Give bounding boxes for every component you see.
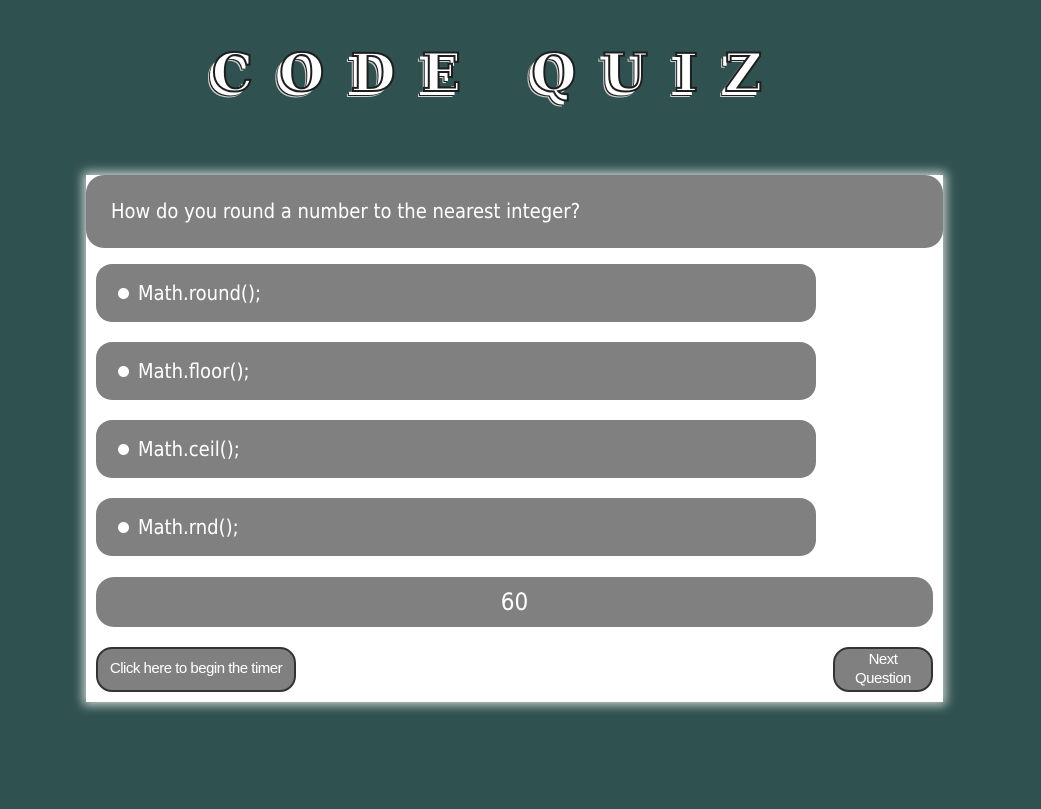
answer-label: Math.rnd(); bbox=[138, 515, 239, 539]
question-text: How do you round a number to the nearest… bbox=[86, 175, 943, 248]
quiz-card: How do you round a number to the nearest… bbox=[86, 175, 943, 702]
answer-option-3[interactable]: Math.ceil(); bbox=[96, 420, 816, 478]
bullet-icon bbox=[118, 365, 129, 377]
bullet-icon bbox=[118, 521, 129, 533]
answer-label: Math.ceil(); bbox=[138, 437, 240, 461]
answer-option-2[interactable]: Math.floor(); bbox=[96, 342, 816, 400]
quiz-page: CODE QUIZ How do you round a number to t… bbox=[0, 0, 1041, 809]
page-title: CODE QUIZ bbox=[211, 43, 789, 104]
timer-display: 60 bbox=[96, 577, 933, 627]
answer-option-1[interactable]: Math.round(); bbox=[96, 264, 816, 322]
start-timer-button[interactable]: Click here to begin the timer bbox=[96, 647, 296, 692]
answer-label: Math.round(); bbox=[138, 281, 262, 305]
answer-label: Math.floor(); bbox=[138, 359, 250, 383]
bullet-icon bbox=[118, 443, 129, 455]
next-question-button[interactable]: Next Question bbox=[833, 647, 933, 692]
answer-option-4[interactable]: Math.rnd(); bbox=[96, 498, 816, 556]
bullet-icon bbox=[118, 287, 129, 299]
